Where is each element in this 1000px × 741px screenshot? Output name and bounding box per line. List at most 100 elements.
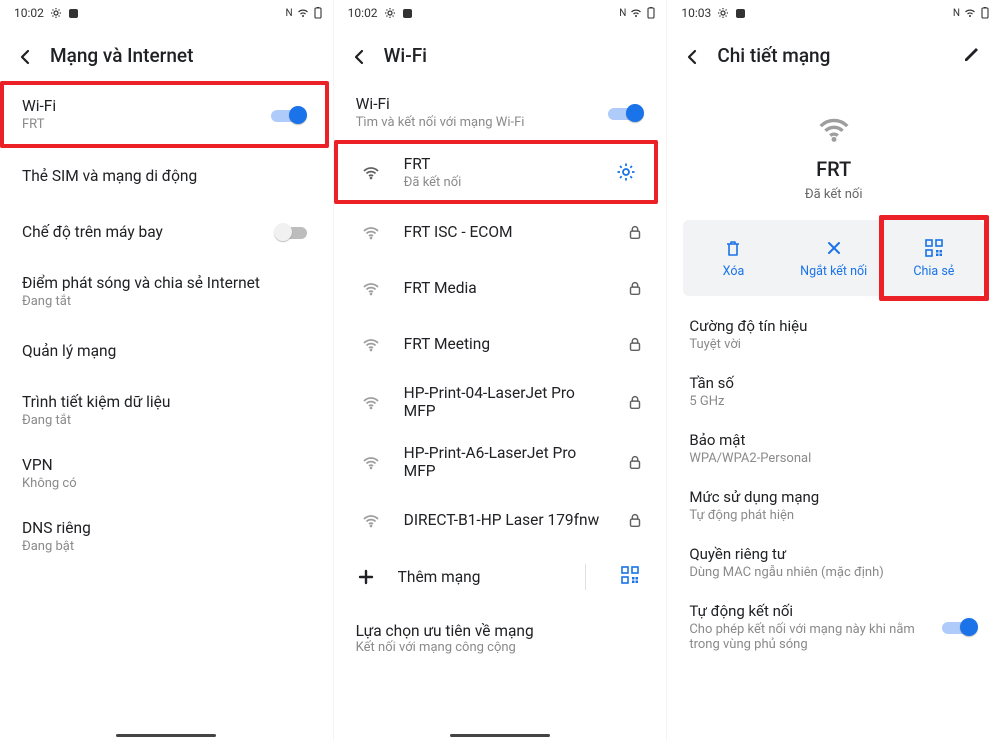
network-name: FRT bbox=[404, 155, 599, 173]
manage-network-label: Quản lý mạng bbox=[22, 342, 311, 360]
app-icon bbox=[402, 8, 413, 19]
add-network-row[interactable]: Thêm mạng bbox=[334, 548, 667, 606]
sim-label: Thẻ SIM và mạng di động bbox=[22, 167, 311, 185]
trash-icon bbox=[723, 238, 743, 258]
qr-scan-button[interactable] bbox=[620, 565, 644, 589]
hotspot-sub: Đang tắt bbox=[22, 294, 311, 309]
vpn-label: VPN bbox=[22, 456, 311, 474]
lock-icon bbox=[626, 511, 644, 529]
network-actions: Xóa Ngắt kết nối Chia sẻ bbox=[683, 220, 984, 296]
wifi-icon bbox=[356, 222, 386, 242]
network-row[interactable]: FRT ISC - ECOM bbox=[334, 204, 667, 260]
home-indicator[interactable] bbox=[450, 734, 550, 737]
detail-section[interactable]: Cường độ tín hiệu Tuyệt vời bbox=[667, 306, 1000, 363]
wifi-sub: Tìm và kết nối với mạng Wi-Fi bbox=[356, 115, 591, 130]
status-indicator-n: N bbox=[953, 8, 960, 19]
section-title: Cường độ tín hiệu bbox=[689, 317, 978, 335]
back-button[interactable] bbox=[14, 45, 36, 67]
back-button[interactable] bbox=[681, 45, 703, 67]
sim-row[interactable]: Thẻ SIM và mạng di động bbox=[0, 148, 333, 204]
wifi-icon bbox=[356, 278, 386, 298]
battery-icon bbox=[980, 7, 990, 19]
header: Chi tiết mạng bbox=[667, 30, 1000, 81]
wifi-label: Wi-Fi bbox=[356, 95, 591, 113]
auto-connect-row[interactable]: Tự động kết nối Cho phép kết nối với mạn… bbox=[667, 591, 1000, 663]
network-status: Đã kết nối bbox=[404, 175, 599, 190]
section-title: Bảo mật bbox=[689, 431, 978, 449]
app-icon bbox=[735, 8, 746, 19]
pane-wifi-list: 10:02 N Wi-Fi Wi-Fi Tìm và kết nối với m… bbox=[333, 0, 667, 741]
header: Mạng và Internet bbox=[0, 30, 333, 81]
network-name: HP-Print-04-LaserJet Pro MFP bbox=[404, 384, 609, 420]
detail-section[interactable]: Bảo mậtWPA/WPA2-Personal bbox=[667, 420, 1000, 477]
vpn-row[interactable]: VPN Không có bbox=[0, 442, 333, 505]
network-row[interactable]: DIRECT-B1-HP Laser 179fnw bbox=[334, 492, 667, 548]
network-header: FRT Đã kết nối bbox=[667, 81, 1000, 220]
wifi-toggle[interactable] bbox=[271, 105, 307, 125]
detail-section[interactable]: Mức sử dụng mạngTự động phát hiện bbox=[667, 477, 1000, 534]
network-name: FRT bbox=[816, 157, 851, 181]
network-preferences-row[interactable]: Lựa chọn ưu tiên về mạng Kết nối với mạn… bbox=[334, 606, 667, 659]
edit-button[interactable] bbox=[962, 44, 982, 68]
highlight-wifi-row: Wi-Fi FRT bbox=[0, 81, 329, 148]
detail-section[interactable]: Quyền riêng tưDùng MAC ngẫu nhiên (mặc đ… bbox=[667, 534, 1000, 591]
lock-icon bbox=[626, 453, 644, 471]
page-title: Mạng và Internet bbox=[50, 44, 193, 67]
dns-sub: Đang bật bbox=[22, 539, 311, 554]
disconnect-button[interactable]: Ngắt kết nối bbox=[784, 220, 884, 296]
status-time: 10:03 bbox=[681, 6, 711, 20]
gear-icon bbox=[384, 7, 396, 19]
header: Wi-Fi bbox=[334, 30, 667, 81]
wifi-label: Wi-Fi bbox=[22, 97, 253, 115]
network-row[interactable]: FRT Media bbox=[334, 260, 667, 316]
share-label: Chia sẻ bbox=[913, 264, 954, 279]
lock-icon bbox=[626, 335, 644, 353]
network-row[interactable]: HP-Print-04-LaserJet Pro MFP bbox=[334, 372, 667, 432]
wifi-row[interactable]: Wi-Fi FRT bbox=[4, 85, 325, 144]
network-name: DIRECT-B1-HP Laser 179fnw bbox=[404, 511, 609, 529]
highlight-share-button: Chia sẻ bbox=[879, 215, 989, 301]
delete-button[interactable]: Xóa bbox=[683, 220, 783, 296]
manage-network-row[interactable]: Quản lý mạng bbox=[0, 323, 333, 379]
pref-sub: Kết nối với mạng công cộng bbox=[356, 640, 645, 655]
network-row[interactable]: FRT Meeting bbox=[334, 316, 667, 372]
data-saver-row[interactable]: Trình tiết kiệm dữ liệu Đang tắt bbox=[0, 379, 333, 442]
network-name: FRT Media bbox=[404, 279, 609, 297]
airplane-row[interactable]: Chế độ trên máy bay bbox=[0, 204, 333, 260]
page-title: Wi-Fi bbox=[384, 44, 427, 67]
section-value: Tuyệt vời bbox=[689, 337, 978, 352]
home-indicator[interactable] bbox=[116, 734, 216, 737]
network-name: HP-Print-A6-LaserJet Pro MFP bbox=[404, 444, 609, 480]
divider bbox=[585, 564, 586, 590]
data-saver-label: Trình tiết kiệm dữ liệu bbox=[22, 393, 311, 411]
section-value: 5 GHz bbox=[689, 394, 978, 409]
detail-section[interactable]: Tần số5 GHz bbox=[667, 363, 1000, 420]
disconnect-label: Ngắt kết nối bbox=[800, 264, 867, 279]
network-name: FRT Meeting bbox=[404, 335, 609, 353]
lock-icon bbox=[626, 223, 644, 241]
dns-row[interactable]: DNS riêng Đang bật bbox=[0, 505, 333, 568]
auto-connect-title: Tự động kết nối bbox=[689, 602, 928, 620]
pane-network-details: 10:03 N Chi tiết mạng FRT Đã kết nối Xóa… bbox=[666, 0, 1000, 741]
data-saver-sub: Đang tắt bbox=[22, 413, 311, 428]
airplane-toggle[interactable] bbox=[275, 222, 311, 242]
lock-icon bbox=[626, 393, 644, 411]
auto-connect-toggle[interactable] bbox=[942, 617, 978, 637]
hotspot-row[interactable]: Điểm phát sóng và chia sẻ Internet Đang … bbox=[0, 260, 333, 323]
gear-icon bbox=[717, 7, 729, 19]
section-value: Dùng MAC ngẫu nhiên (mặc định) bbox=[689, 565, 978, 580]
wifi-toggle-row[interactable]: Wi-Fi Tìm và kết nối với mạng Wi-Fi bbox=[334, 81, 667, 140]
wifi-icon bbox=[297, 8, 309, 18]
network-row[interactable]: HP-Print-A6-LaserJet Pro MFP bbox=[334, 432, 667, 492]
status-indicator-n: N bbox=[286, 8, 293, 19]
share-button[interactable]: Chia sẻ bbox=[884, 220, 984, 296]
wifi-icon bbox=[356, 334, 386, 354]
connected-network-row[interactable]: FRT Đã kết nối bbox=[338, 144, 655, 200]
back-button[interactable] bbox=[348, 45, 370, 67]
airplane-label: Chế độ trên máy bay bbox=[22, 223, 257, 241]
network-settings-button[interactable] bbox=[616, 162, 636, 182]
dns-label: DNS riêng bbox=[22, 519, 311, 537]
status-time: 10:02 bbox=[348, 6, 378, 20]
wifi-toggle[interactable] bbox=[608, 103, 644, 123]
wifi-icon bbox=[356, 162, 386, 182]
